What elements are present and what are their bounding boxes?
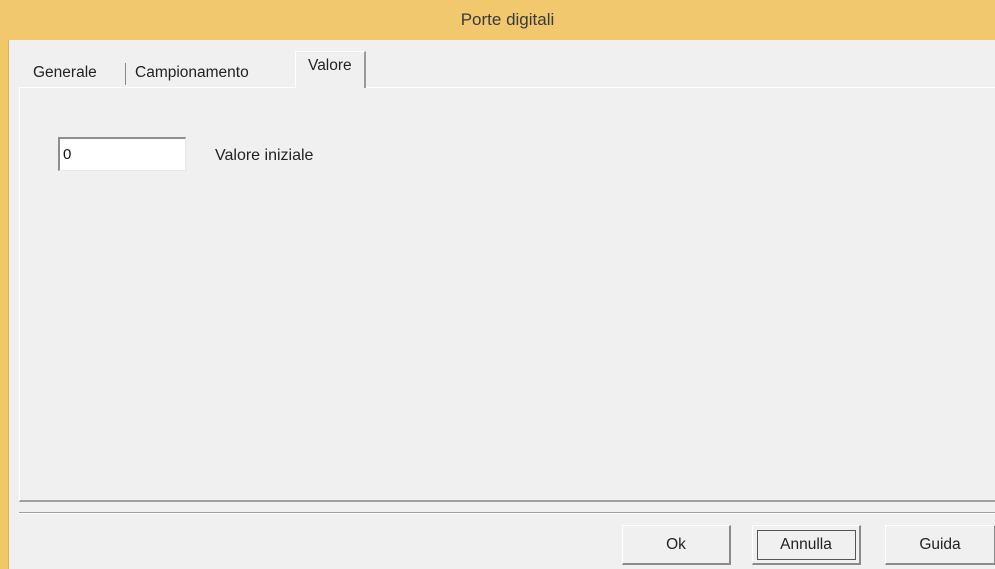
tab-generale[interactable]: Generale — [27, 59, 103, 87]
cancel-button[interactable]: Annulla — [752, 525, 861, 565]
initial-value-label: Valore iniziale — [215, 147, 314, 164]
dialog-client-area: Generale Campionamento Valore Valore ini… — [8, 40, 995, 569]
tab-campionamento[interactable]: Campionamento — [129, 59, 255, 87]
tab-panel-valore: Valore iniziale — [19, 87, 995, 502]
ok-button[interactable]: Ok — [622, 525, 731, 565]
dialog-window: Porte digitali Generale Campionamento Va… — [0, 0, 995, 569]
button-separator — [19, 512, 995, 514]
title-bar[interactable]: Porte digitali — [0, 0, 995, 40]
tab-strip: Generale Campionamento Valore — [21, 51, 995, 88]
window-title: Porte digitali — [460, 10, 555, 29]
help-button[interactable]: Guida — [885, 525, 995, 565]
tab-valore[interactable]: Valore — [295, 51, 366, 88]
tab-divider — [125, 63, 126, 85]
initial-value-input[interactable] — [58, 137, 186, 171]
